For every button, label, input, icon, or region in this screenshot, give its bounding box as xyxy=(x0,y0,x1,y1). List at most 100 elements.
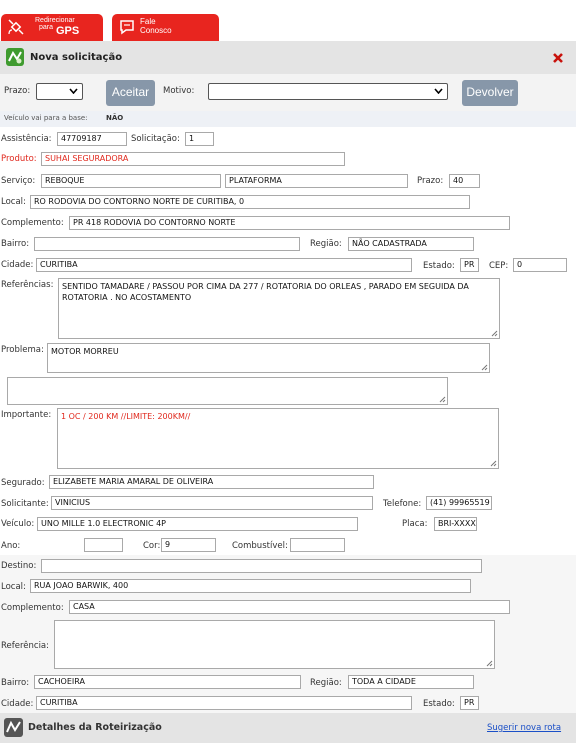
dest-bairro-field[interactable]: CACHOEIRA xyxy=(34,675,301,689)
chat-bubble-icon xyxy=(120,20,134,35)
base-info-label: Veículo vai para a base: xyxy=(4,114,88,122)
problema-textarea[interactable]: MOTOR MORREU xyxy=(47,343,490,373)
resize-grip-icon[interactable] xyxy=(481,364,488,371)
veiculo-label: Veículo: xyxy=(1,519,35,529)
base-info-bar: Veículo vai para a base: NÃO xyxy=(0,111,576,127)
devolver-button[interactable]: Devolver xyxy=(462,80,518,106)
segurado-label: Segurado: xyxy=(1,478,45,488)
ano-label: Ano: xyxy=(1,541,21,551)
bairro-field[interactable] xyxy=(34,237,300,251)
chevron-down-icon xyxy=(434,88,443,94)
combustivel-field[interactable] xyxy=(290,538,345,552)
referencias-text: SENTIDO TAMADARE / PASSOU POR CIMA DA 27… xyxy=(62,282,469,302)
motivo-select-label: Motivo: xyxy=(163,86,195,96)
telefone-field[interactable]: (41) 99965519 xyxy=(426,496,492,510)
servico-tipo-field[interactable]: PLATAFORMA xyxy=(225,174,408,188)
route-details-title: Detalhes da Roteirização xyxy=(28,722,162,733)
cor-label: Cor: xyxy=(143,541,161,551)
dest-local-field[interactable]: RUA JOAO BARWIK, 400 xyxy=(30,579,471,593)
extra-textarea[interactable] xyxy=(7,377,448,405)
dest-regiao-field[interactable]: TODA A CIDADE xyxy=(348,675,474,689)
referencias-label: Referências: xyxy=(1,280,54,290)
produto-field[interactable]: SUHAI SEGURADORA xyxy=(41,152,345,166)
motivo-select[interactable] xyxy=(208,83,448,100)
fale-conosco-button[interactable]: Fale Conosco xyxy=(112,14,219,41)
cep-field[interactable]: 0 xyxy=(513,258,567,272)
servico-label: Serviço: xyxy=(1,176,36,186)
dest-cidade-label: Cidade: xyxy=(1,699,34,709)
estado-label: Estado: xyxy=(423,261,455,271)
gps-label-line1: Redirecionar xyxy=(35,17,75,24)
referencias-textarea[interactable]: SENTIDO TAMADARE / PASSOU POR CIMA DA 27… xyxy=(58,278,500,339)
segurado-field[interactable]: ELIZABETE MARIA AMARAL DE OLIVEIRA xyxy=(49,475,374,489)
placa-field[interactable]: BRI-XXXX xyxy=(434,517,477,531)
prazo-select-label: Prazo: xyxy=(4,86,31,96)
resize-grip-icon[interactable] xyxy=(490,460,497,467)
close-icon[interactable] xyxy=(552,52,564,64)
dest-bairro-label: Bairro: xyxy=(1,678,30,688)
dest-estado-field[interactable]: PR xyxy=(460,696,479,710)
estado-field[interactable]: PR xyxy=(460,258,479,272)
complemento-field[interactable]: PR 418 RODOVIA DO CONTORNO NORTE xyxy=(69,216,510,230)
importante-text: 1 OC / 200 KM //LIMITE: 200KM// xyxy=(61,412,191,421)
resize-grip-icon[interactable] xyxy=(439,396,446,403)
regiao-label: Região: xyxy=(310,239,342,249)
gps-label-line2: para xyxy=(39,24,54,31)
problema-label: Problema: xyxy=(1,345,44,355)
combustivel-label: Combustível: xyxy=(232,541,288,551)
solicitacao-label: Solicitação: xyxy=(131,134,180,144)
satellite-icon xyxy=(8,19,24,35)
panel-title: Nova solicitação xyxy=(30,52,123,63)
local-label: Local: xyxy=(1,197,26,207)
cidade-label: Cidade: xyxy=(1,260,34,270)
dest-referencia-textarea[interactable] xyxy=(54,620,495,669)
dest-cidade-field[interactable]: CURITIBA xyxy=(36,696,412,710)
solicitante-field[interactable]: VINICIUS xyxy=(51,496,373,510)
prazo-select[interactable] xyxy=(36,83,83,100)
dest-complemento-field[interactable]: CASA xyxy=(69,600,510,614)
panel-header: Nova solicitação xyxy=(0,41,576,74)
problema-text: MOTOR MORREU xyxy=(51,347,119,356)
base-info-value: NÃO xyxy=(106,114,124,122)
prazo-field[interactable]: 40 xyxy=(449,174,480,188)
ano-field[interactable] xyxy=(84,538,123,552)
dest-regiao-label: Região: xyxy=(310,678,342,688)
resize-grip-icon[interactable] xyxy=(491,330,498,337)
suggest-route-link[interactable]: Sugerir nova rota xyxy=(487,723,561,733)
assistencia-field[interactable]: 47709187 xyxy=(57,132,127,146)
dest-estado-label: Estado: xyxy=(423,699,455,709)
resize-grip-icon[interactable] xyxy=(486,660,493,667)
fale-label-line1: Fale xyxy=(140,17,156,26)
assistencia-label: Assistência: xyxy=(1,134,52,144)
dest-referencia-label: Referência: xyxy=(1,641,50,651)
importante-textarea[interactable]: 1 OC / 200 KM //LIMITE: 200KM// xyxy=(57,408,499,469)
fale-label-line2: Conosco xyxy=(140,26,172,35)
solicitante-label: Solicitante: xyxy=(1,499,49,509)
aceitar-button[interactable]: Aceitar xyxy=(106,80,155,106)
servico-field[interactable]: REBOQUE xyxy=(41,174,221,188)
dest-complemento-label: Complemento: xyxy=(1,603,64,613)
cor-field[interactable]: 9 xyxy=(161,538,216,552)
bairro-label: Bairro: xyxy=(1,239,30,249)
cidade-field[interactable]: CURITIBA xyxy=(36,258,412,272)
prazo-label: Prazo: xyxy=(417,176,444,186)
complemento-label: Complemento: xyxy=(1,218,64,228)
local-field[interactable]: RO RODOVIA DO CONTORNO NORTE DE CURITIBA… xyxy=(30,195,470,209)
cep-label: CEP: xyxy=(489,261,509,271)
route-details-bar[interactable]: Detalhes da Roteirização Sugerir nova ro… xyxy=(0,713,576,743)
destino-field[interactable] xyxy=(41,559,482,573)
gps-redirect-button[interactable]: Redirecionar para GPS xyxy=(1,14,103,41)
map-icon xyxy=(4,718,23,737)
chevron-down-icon xyxy=(69,88,78,94)
telefone-label: Telefone: xyxy=(383,499,422,509)
solicitacao-field[interactable]: 1 xyxy=(185,132,214,146)
produto-label: Produto: xyxy=(1,154,37,164)
destino-label: Destino: xyxy=(1,561,37,571)
dest-local-label: Local: xyxy=(1,582,26,592)
regiao-field[interactable]: NÃO CADASTRADA xyxy=(348,237,474,251)
veiculo-field[interactable]: UNO MILLE 1.0 ELECTRONIC 4P xyxy=(37,517,358,531)
gps-label-line3: GPS xyxy=(56,25,80,37)
importante-label: Importante: xyxy=(1,410,52,420)
map-icon xyxy=(6,48,24,66)
toolbar: Prazo: Aceitar Motivo: Devolver xyxy=(0,74,576,111)
